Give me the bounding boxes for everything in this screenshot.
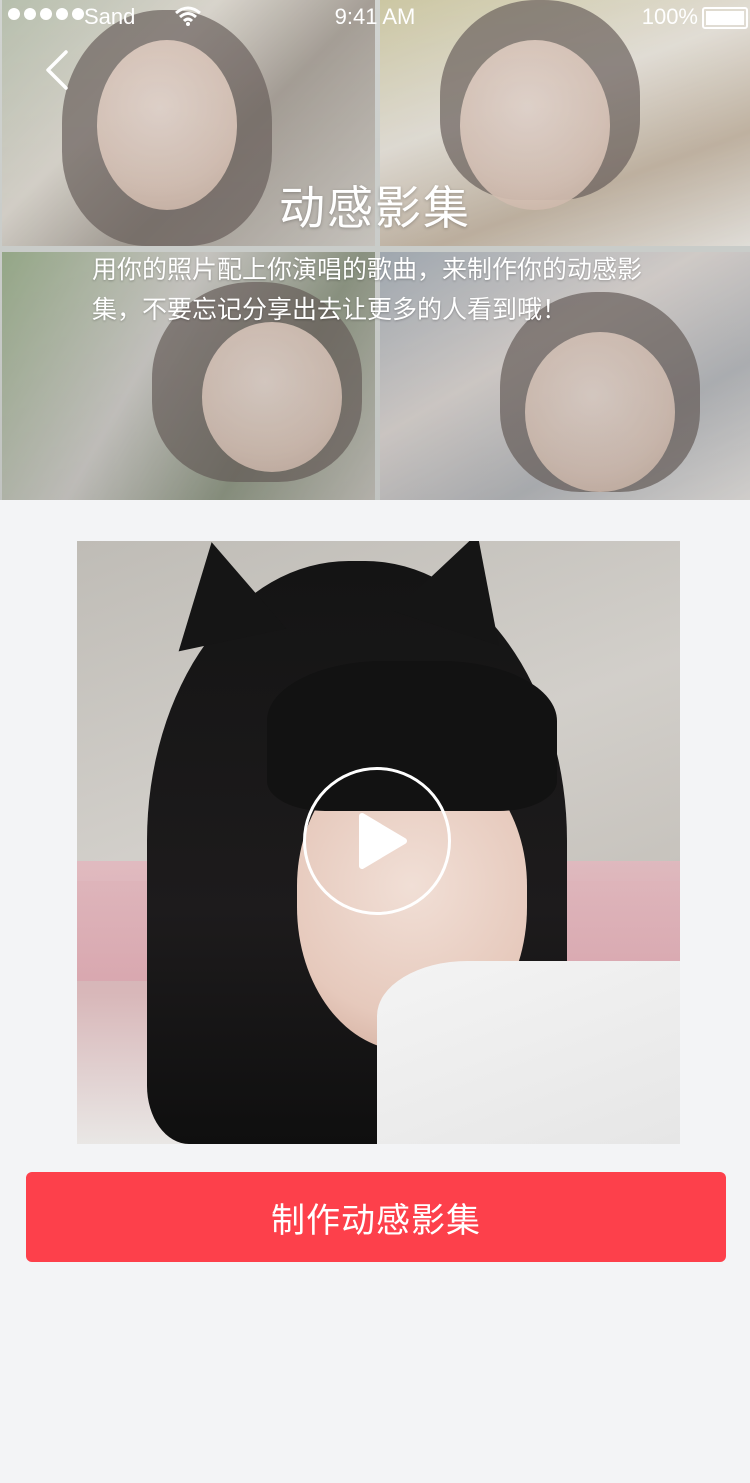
status-time: 9:41 AM [334,4,416,29]
video-preview[interactable] [77,541,680,1144]
back-button[interactable] [38,46,78,94]
play-button[interactable] [303,767,451,915]
battery-percent: 100% [641,4,698,29]
play-icon [359,813,407,869]
battery-icon [702,7,748,29]
hero-header: Sand 9:41 AM 100% 动感影集 用你的照片配上你演唱的歌曲，来制作… [0,0,750,500]
page-title: 动感影集 [279,181,471,235]
chevron-left-icon [46,50,68,90]
status-bar: Sand 9:41 AM 100% [0,0,750,34]
page-description: 用你的照片配上你演唱的歌曲，来制作你的动感影集，不要忘记分享出去让更多的人看到哦… [92,255,643,324]
make-album-button[interactable]: 制作动感影集 [26,1172,726,1262]
album-intro-screen: Sand 9:41 AM 100% 动感影集 用你的照片配上你演唱的歌曲，来制作… [0,0,750,1483]
